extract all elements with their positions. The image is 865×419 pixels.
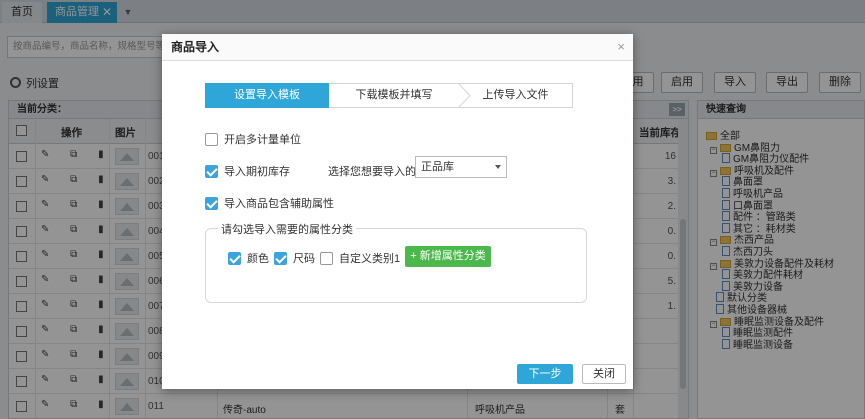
step-separator <box>458 83 471 108</box>
next-button[interactable]: 下一步 <box>517 364 573 384</box>
import-dialog: 商品导入 × 设置导入模板 下载模板并填写 上传导入文件 开启多计量单位 导入期… <box>162 34 633 389</box>
attr-custom-checkbox[interactable] <box>320 252 333 265</box>
attr-custom-option[interactable]: 自定义类别1 <box>320 250 400 266</box>
add-attribute-button[interactable]: + 新增属性分类 <box>405 246 491 267</box>
multi-unit-option[interactable]: 开启多计量单位 <box>205 131 301 147</box>
opening-stock-label: 导入期初库存 <box>224 166 290 178</box>
import-steps: 设置导入模板 下载模板并填写 上传导入文件 <box>205 83 573 108</box>
dialog-title: 商品导入 <box>162 34 633 61</box>
attribute-group-legend: 请勾选导入需要的属性分类 <box>218 221 356 237</box>
attr-color-option[interactable]: 颜色 <box>228 250 269 266</box>
attr-color-label: 颜色 <box>247 253 269 265</box>
close-icon[interactable]: × <box>617 40 625 53</box>
chevron-down-icon <box>495 165 501 169</box>
step-download-template: 下载模板并填写 <box>329 83 459 108</box>
warehouse-value: 正品库 <box>421 161 454 173</box>
warehouse-select[interactable]: 正品库 <box>415 156 507 178</box>
multi-unit-checkbox[interactable] <box>205 133 218 146</box>
close-button[interactable]: 关闭 <box>582 364 626 384</box>
attr-color-checkbox[interactable] <box>228 252 241 265</box>
attr-size-label: 尺码 <box>293 253 315 265</box>
multi-unit-label: 开启多计量单位 <box>224 134 301 146</box>
step-set-template: 设置导入模板 <box>205 83 341 108</box>
attribute-group: 请勾选导入需要的属性分类 颜色 尺码 自定义类别1 + 新增属性分类 <box>205 221 587 303</box>
opening-stock-checkbox[interactable] <box>205 165 218 178</box>
opening-stock-option[interactable]: 导入期初库存 <box>205 163 290 179</box>
attr-size-option[interactable]: 尺码 <box>274 250 315 266</box>
attr-size-checkbox[interactable] <box>274 252 287 265</box>
include-aux-checkbox[interactable] <box>205 197 218 210</box>
include-aux-option[interactable]: 导入商品包含辅助属性 <box>205 195 334 211</box>
attr-custom-label: 自定义类别1 <box>339 253 401 265</box>
step-upload-file: 上传导入文件 <box>459 83 573 108</box>
include-aux-label: 导入商品包含辅助属性 <box>224 198 334 210</box>
